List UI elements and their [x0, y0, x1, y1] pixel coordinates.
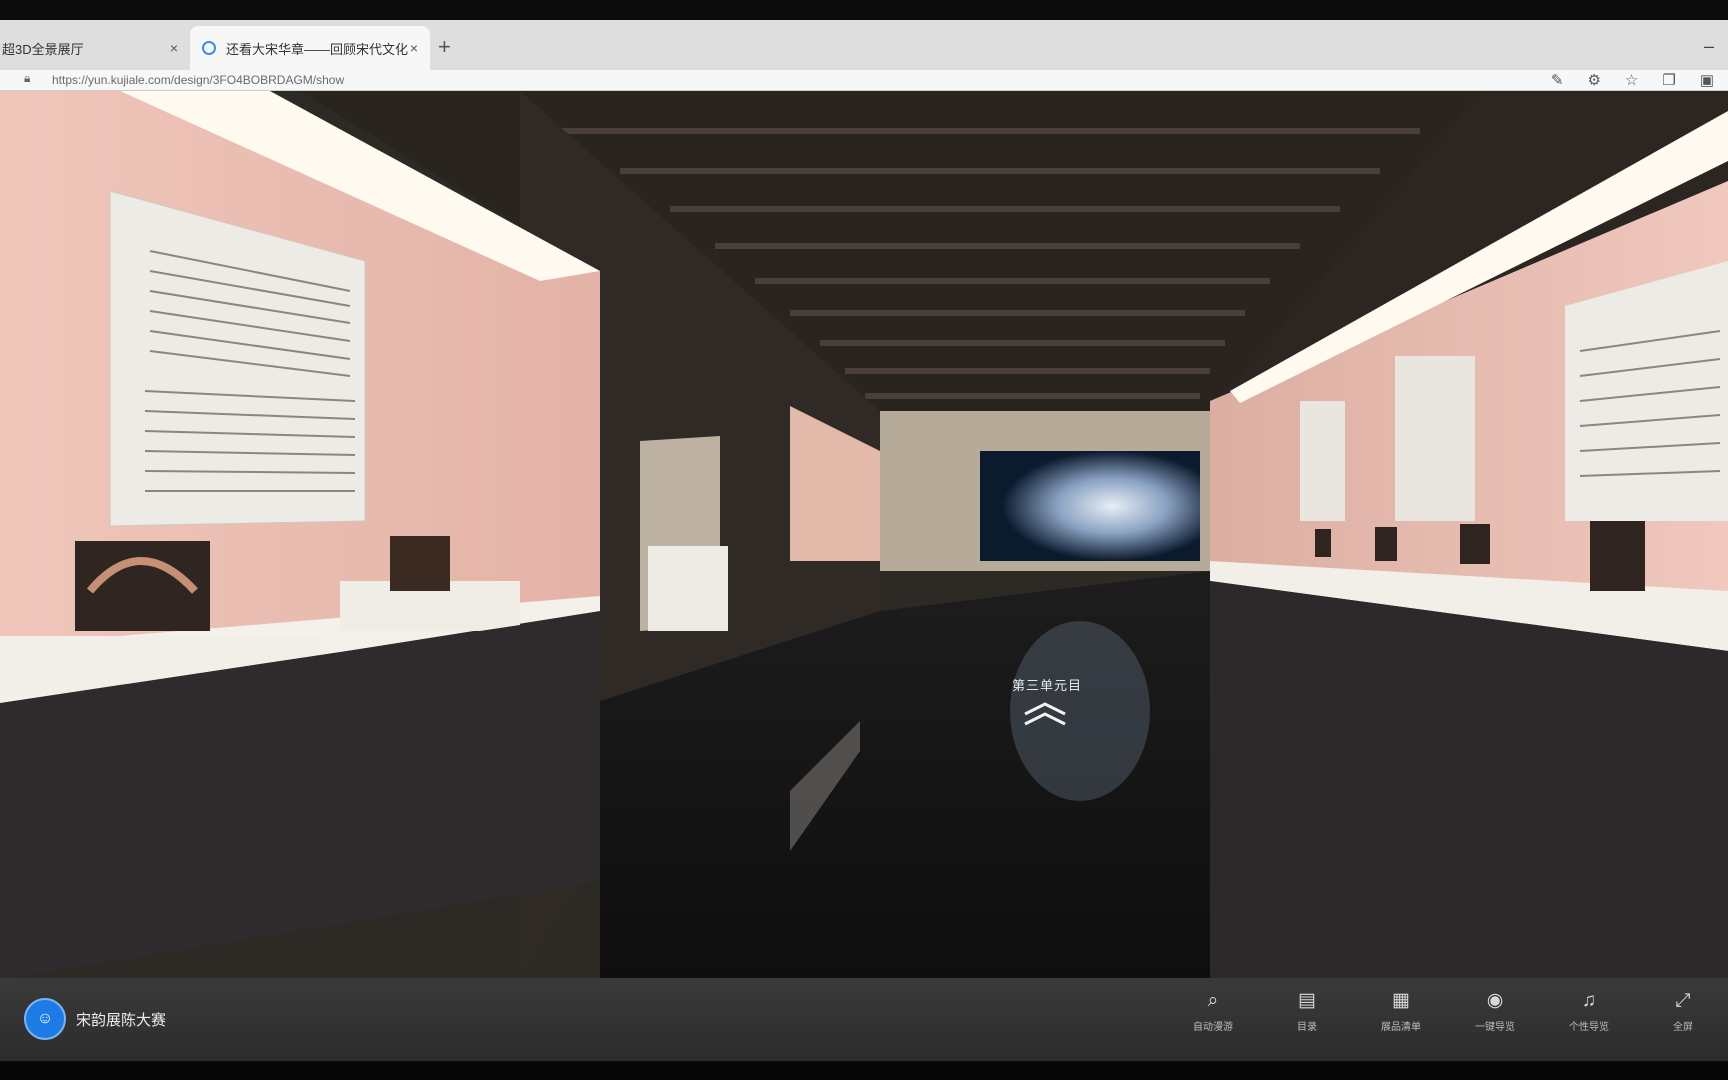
close-icon[interactable]: ×	[410, 40, 418, 56]
center-pedestal	[648, 546, 728, 631]
browser-actions: ✎ ⚙ ☆ ❐ ▣	[1551, 70, 1714, 90]
favorite-star-icon[interactable]: ☆	[1625, 71, 1638, 89]
panorama-viewport[interactable]: 第三单元目	[0, 91, 1728, 980]
url-field[interactable]: https://yun.kujiale.com/design/3FO4BOBRD…	[52, 70, 344, 90]
profile-icon[interactable]: ▣	[1700, 71, 1714, 89]
collections-icon[interactable]: ❐	[1662, 71, 1675, 89]
browser-tab-inactive[interactable]: 超3D全景展厅 ×	[0, 26, 190, 70]
tool-label: 一键导览	[1475, 1022, 1515, 1033]
tool-label: 个性导览	[1569, 1022, 1609, 1033]
double-chevron-up-icon[interactable]	[1022, 701, 1068, 727]
brand-name: 宋韵展陈大赛	[76, 1011, 167, 1029]
right-panel-1	[1300, 401, 1345, 521]
tour-control-bar: ☺ 宋韵展陈大赛 ⌕ 自动漫游 ▤ 目录 ▦ 展品清单 ◉ 一键导览 ♫ 个性导…	[0, 978, 1728, 1061]
tool-label: 展品清单	[1381, 1022, 1421, 1033]
tool-label: 目录	[1297, 1022, 1317, 1033]
tour-toolbar: ⌕ 自动漫游 ▤ 目录 ▦ 展品清单 ◉ 一键导览 ♫ 个性导览 ⤢ 全屏	[1178, 990, 1718, 1033]
left-artifact-2	[390, 536, 450, 591]
hall-navigation-label[interactable]: 第三单元目	[1012, 675, 1082, 694]
right-artifact	[1590, 521, 1645, 591]
right-inscription-panel	[1565, 261, 1728, 521]
catalog-button[interactable]: ▤ 目录	[1272, 990, 1342, 1033]
tool-label: 全屏	[1673, 1022, 1693, 1033]
window-minimize-button[interactable]: –	[1704, 36, 1714, 57]
browser-tab-active[interactable]: 还看大宋华章——回顾宋代文化 ×	[190, 26, 430, 70]
right-panel-2	[1395, 356, 1475, 521]
tool-label: 自动漫游	[1193, 1022, 1233, 1033]
close-icon[interactable]: ×	[170, 40, 178, 56]
new-tab-button[interactable]: +	[438, 34, 451, 60]
screen-bottom-edge	[0, 1061, 1728, 1080]
auto-tour-button[interactable]: ⌕ 自动漫游	[1178, 990, 1248, 1033]
exhibit-list-icon: ▦	[1392, 990, 1410, 1011]
tab-title: 还看大宋华章——回顾宋代文化	[226, 41, 409, 57]
brand-logo-icon: ☺	[24, 998, 66, 1040]
site-favicon-icon	[202, 41, 216, 55]
tab-title: 超3D全景展厅	[2, 41, 84, 57]
fullscreen-button[interactable]: ⤢ 全屏	[1648, 990, 1718, 1033]
extension-icon[interactable]: ⚙	[1587, 71, 1600, 89]
custom-tour-icon: ♫	[1581, 990, 1597, 1011]
fullscreen-icon: ⤢	[1675, 990, 1691, 1011]
lock-icon[interactable]: 🔒︎	[24, 71, 30, 86]
guided-tour-button[interactable]: ◉ 一键导览	[1460, 990, 1530, 1033]
screen-top-edge	[0, 0, 1728, 20]
far-video-screen	[980, 451, 1200, 561]
gallery-scene	[0, 91, 1728, 980]
custom-tour-button[interactable]: ♫ 个性导览	[1554, 990, 1624, 1033]
catalog-icon: ▤	[1298, 990, 1316, 1011]
address-bar: 🔒︎ https://yun.kujiale.com/design/3FO4BO…	[0, 70, 1728, 91]
read-aloud-icon[interactable]: ✎	[1551, 71, 1564, 89]
exhibit-list-button[interactable]: ▦ 展品清单	[1366, 990, 1436, 1033]
brand-link[interactable]: ☺ 宋韵展陈大赛	[24, 998, 166, 1040]
browser-tab-strip: 超3D全景展厅 × 还看大宋华章——回顾宋代文化 × + –	[0, 20, 1728, 70]
guided-tour-icon: ◉	[1486, 990, 1504, 1011]
auto-tour-icon: ⌕	[1207, 990, 1219, 1011]
